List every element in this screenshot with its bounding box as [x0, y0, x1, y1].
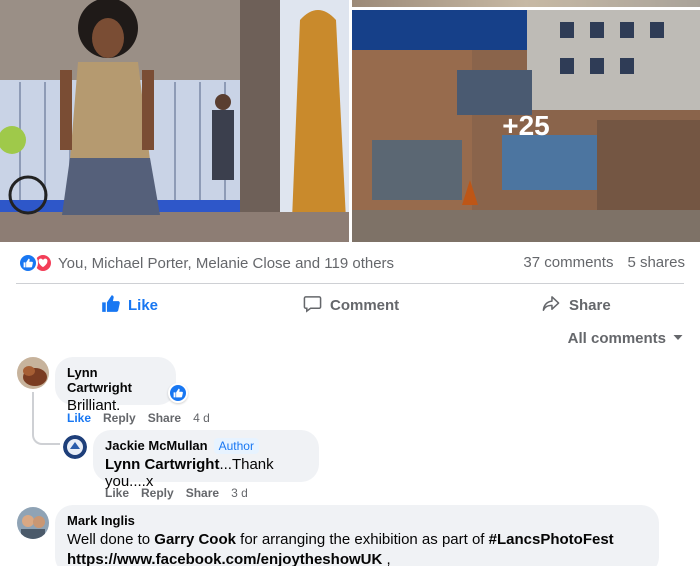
engagement-counts: 37 comments 5 shares — [523, 254, 685, 271]
reactions-text: You, Michael Porter, Melanie Close and 1… — [58, 254, 395, 272]
comment-reply-link[interactable]: Reply — [103, 411, 136, 425]
reply-thread-line — [32, 392, 60, 445]
photo-mural-wall[interactable]: +25 — [352, 10, 700, 242]
comment-url-suffix: , — [382, 551, 391, 566]
comment-author[interactable]: Mark Inglis — [67, 513, 647, 528]
comment-text-row: Well done to Garry Cook for arranging th… — [67, 530, 647, 566]
like-button[interactable]: Like — [101, 292, 158, 318]
photo-strip — [352, 0, 700, 7]
comment-text-middle: for arranging the exhibition as part of — [235, 531, 489, 548]
thumbs-up-icon — [101, 294, 120, 317]
avatar[interactable] — [17, 507, 49, 539]
reply-author[interactable]: Jackie McMullan — [105, 438, 208, 453]
comment-timestamp[interactable]: 4 d — [193, 411, 210, 425]
like-reaction-icon — [18, 253, 38, 273]
comment-actions: Like Reply Share 4 d — [67, 411, 210, 425]
avatar[interactable] — [63, 435, 87, 459]
shares-count[interactable]: 5 shares — [627, 254, 685, 271]
comment-label: Comment — [330, 296, 400, 314]
comments-filter-dropdown[interactable]: All comments — [568, 330, 684, 347]
share-label: Share — [569, 296, 611, 314]
reply-author-row: Jackie McMullan Author — [105, 438, 307, 454]
reply-like-link[interactable]: Like — [105, 486, 129, 500]
comment-button[interactable]: Comment — [303, 292, 399, 318]
reply-timestamp[interactable]: 3 d — [231, 486, 248, 500]
author-badge: Author — [213, 438, 259, 454]
comment-share-link[interactable]: Share — [148, 411, 181, 425]
reply-text-row: Lynn Cartwright...Thank you....x — [105, 456, 307, 490]
comment-like-link[interactable]: Like — [67, 411, 91, 425]
comment-like-reaction-icon[interactable] — [168, 383, 188, 403]
caret-down-icon — [672, 330, 684, 347]
reply-actions: Like Reply Share 3 d — [105, 486, 248, 500]
reply-bubble: Jackie McMullan Author Lynn Cartwright...… — [93, 430, 319, 490]
comment-icon — [303, 294, 322, 317]
comments-count[interactable]: 37 comments — [523, 254, 613, 271]
more-photos-count: +25 — [502, 110, 550, 141]
reactions-summary[interactable]: You, Michael Porter, Melanie Close and 1… — [18, 253, 394, 273]
reply-reply-link[interactable]: Reply — [141, 486, 174, 500]
divider — [16, 283, 684, 284]
comment-hashtag[interactable]: #LancsPhotoFest — [489, 531, 614, 548]
comment-text-prefix: Well done to — [67, 531, 155, 548]
comment-bubble: Lynn Cartwright Brilliant. — [55, 357, 176, 414]
comment-mention[interactable]: Garry Cook — [154, 531, 236, 548]
avatar[interactable] — [17, 357, 49, 389]
comment-bubble: Mark Inglis Well done to Garry Cook for … — [55, 505, 659, 566]
comment-author[interactable]: Lynn Cartwright — [67, 365, 164, 395]
share-arrow-icon — [541, 294, 561, 317]
like-label: Like — [128, 296, 159, 314]
reply-mention[interactable]: Lynn Cartwright — [105, 456, 219, 473]
more-photos-overlay[interactable]: +25 — [352, 10, 700, 242]
share-button[interactable]: Share — [541, 292, 611, 318]
photo-grid: +25 — [0, 0, 700, 242]
photo-mural-portrait[interactable] — [0, 0, 349, 242]
comments-filter-label: All comments — [567, 330, 666, 347]
comment-url[interactable]: https://www.facebook.com/enjoytheshowUK — [67, 551, 382, 566]
reply-share-link[interactable]: Share — [186, 486, 219, 500]
